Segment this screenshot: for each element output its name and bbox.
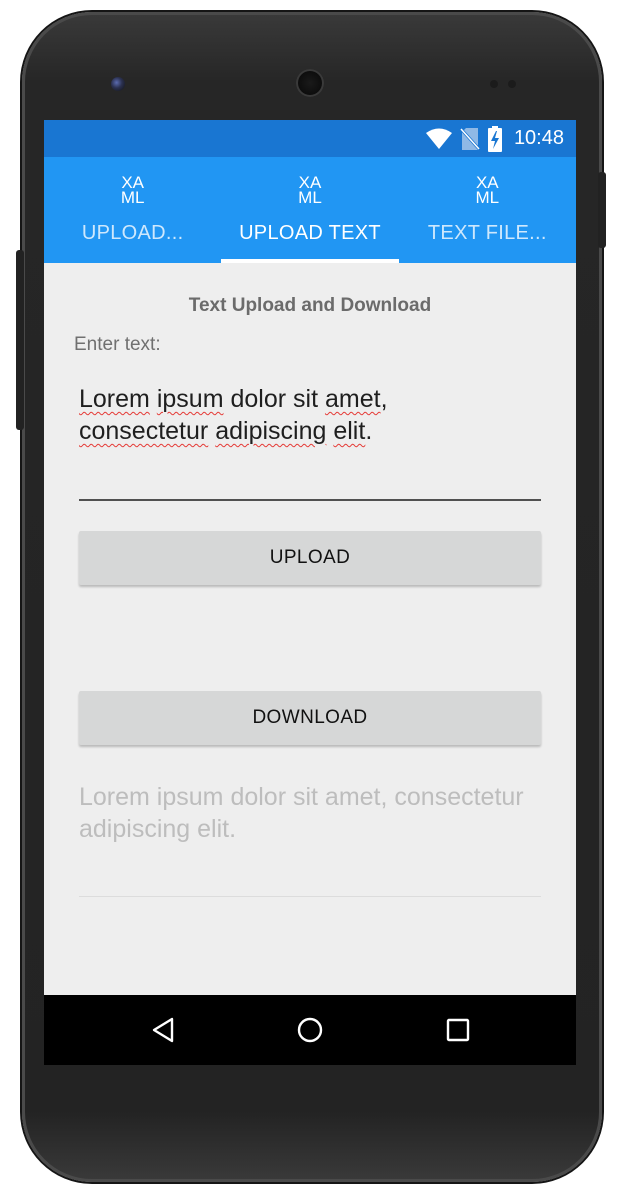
status-icons: 10:48 — [425, 120, 564, 157]
xaml-icon-line2: ML — [475, 188, 500, 207]
tab-label: UPLOAD TEXT — [239, 222, 381, 244]
input-word: adipiscing — [215, 417, 327, 445]
input-word: amet — [324, 385, 381, 413]
downloaded-text-output: Lorem ipsum dolor sit amet, consectetur … — [79, 783, 524, 843]
download-button[interactable]: DOWNLOAD — [79, 691, 541, 745]
no-sim-icon — [459, 127, 480, 151]
output-underline — [79, 896, 541, 897]
recent-apps-icon[interactable] — [423, 995, 493, 1065]
home-icon[interactable] — [275, 995, 345, 1065]
front-camera — [111, 77, 125, 91]
clock-time: 10:48 — [513, 127, 564, 149]
screen: 10:48 XA ML UPLOAD... XA ML UPLOAD TEXT … — [44, 120, 576, 1065]
text-input-editor[interactable]: Lorem ipsum dolor sit amet, consectetur a… — [79, 383, 541, 447]
input-word: elit — [333, 417, 366, 445]
tab-upload-text[interactable]: XA ML UPLOAD TEXT — [221, 157, 399, 263]
input-word: ipsum — [156, 385, 224, 413]
battery-charging-icon — [487, 125, 502, 152]
xaml-icon: XA ML — [290, 174, 330, 207]
xaml-icon-line2: ML — [298, 188, 322, 207]
volume-button — [16, 250, 24, 430]
xaml-icon: XA ML — [467, 174, 507, 207]
input-word: consectetur — [79, 417, 209, 445]
input-word: dolor — [230, 385, 287, 413]
page-title: Text Upload and Download — [188, 295, 432, 316]
navigation-bar — [44, 995, 576, 1065]
xaml-icon-line2: ML — [120, 188, 145, 207]
status-bar: 10:48 — [44, 120, 576, 157]
upload-button[interactable]: UPLOAD — [79, 531, 541, 585]
proximity-sensor — [490, 80, 498, 88]
tab-label: UPLOAD... — [81, 222, 184, 244]
xaml-icon: XA ML — [113, 174, 153, 207]
back-icon[interactable] — [128, 995, 198, 1065]
input-word: sit — [293, 385, 319, 413]
earpiece-speaker — [296, 69, 324, 97]
tab-text-file[interactable]: XA ML TEXT FILE... — [399, 157, 576, 263]
light-sensor — [508, 80, 516, 88]
wifi-icon — [425, 128, 452, 150]
tab-upload[interactable]: XA ML UPLOAD... — [44, 157, 221, 263]
input-label: Enter text: — [74, 334, 161, 355]
page-content: Text Upload and Download Enter text: Lor… — [44, 263, 576, 995]
power-button — [598, 172, 606, 248]
tab-bar: XA ML UPLOAD... XA ML UPLOAD TEXT XA ML … — [44, 157, 576, 263]
tab-label: TEXT FILE... — [427, 222, 547, 244]
input-underline — [79, 499, 541, 501]
input-word: Lorem — [79, 385, 150, 413]
